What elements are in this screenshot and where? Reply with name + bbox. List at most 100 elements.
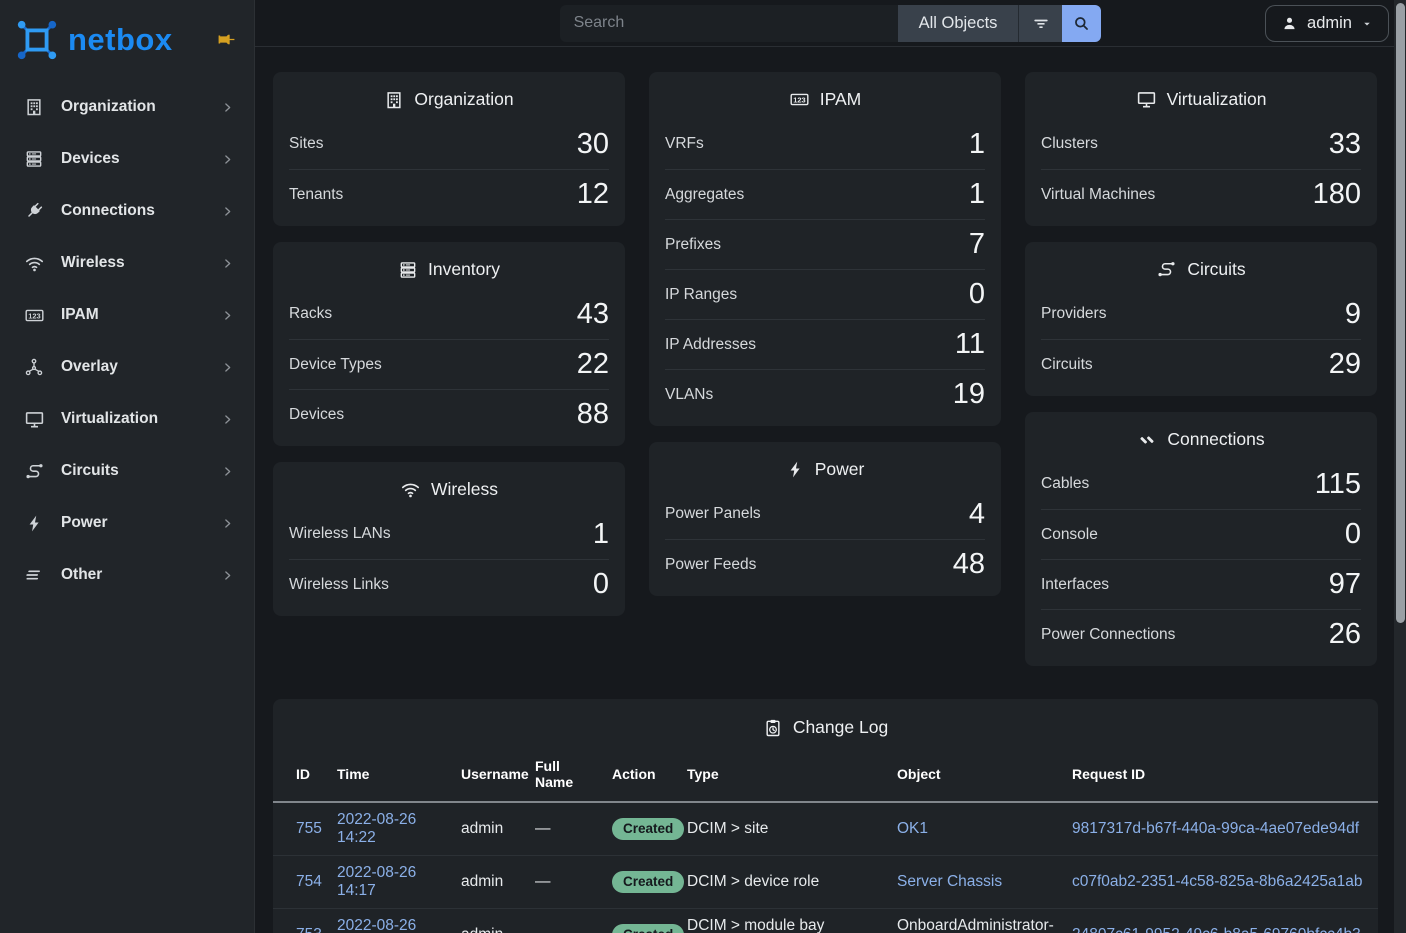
stat-row-racks[interactable]: Racks43: [289, 289, 609, 339]
stat-row-console[interactable]: Console0: [1041, 509, 1361, 559]
changelog-username: admin: [461, 820, 503, 837]
counter-icon: 123: [789, 89, 810, 110]
chevron-right-icon: [221, 205, 234, 218]
sidebar: netbox OrganizationDevicesConnections Wir…: [0, 0, 255, 933]
sidebar-item-overlay[interactable]: Overlay: [0, 341, 254, 393]
changelog-id-link[interactable]: 754: [296, 873, 322, 890]
column-header-username: Username: [453, 752, 527, 802]
user-icon: [1281, 15, 1298, 32]
dashboard-column: 123IPAMVRFs1Aggregates1Prefixes7IP Range…: [649, 72, 1001, 596]
stat-label: Wireless LANs: [289, 525, 391, 543]
changelog-full-name: —: [535, 873, 551, 890]
stat-row-device-types[interactable]: Device Types22: [289, 339, 609, 389]
changelog-time-link[interactable]: 2022-08-26 14:15: [337, 917, 416, 933]
search-submit-button[interactable]: [1062, 5, 1101, 42]
changelog-request-id-link[interactable]: 9817317d-b67f-440a-99ca-4ae07ede94df: [1072, 820, 1359, 837]
column-header-full-name: Full Name: [527, 752, 604, 802]
bolt-icon: [22, 514, 46, 533]
user-menu-button[interactable]: admin: [1265, 5, 1389, 42]
stat-row-ip-addresses[interactable]: IP Addresses11: [665, 319, 985, 369]
stat-row-prefixes[interactable]: Prefixes7: [665, 219, 985, 269]
search-scope-dropdown[interactable]: All Objects: [898, 5, 1019, 42]
sidebar-item-label: Other: [61, 566, 221, 584]
changelog-table: IDTimeUsernameFull NameActionTypeObjectR…: [273, 752, 1378, 933]
sidebar-item-virtualization[interactable]: Virtualization: [0, 393, 254, 445]
building-icon: [384, 90, 404, 110]
stat-row-sites[interactable]: Sites30: [289, 119, 609, 169]
changelog-object-link[interactable]: OK1: [897, 820, 928, 837]
sidebar-item-label: Circuits: [61, 462, 221, 480]
changelog-header-row: IDTimeUsernameFull NameActionTypeObjectR…: [273, 752, 1378, 802]
stat-row-clusters[interactable]: Clusters33: [1041, 119, 1361, 169]
stat-label: Racks: [289, 305, 332, 323]
changelog-id-link[interactable]: 755: [296, 820, 322, 837]
stat-row-cables[interactable]: Cables115: [1041, 459, 1361, 509]
scrollbar-thumb[interactable]: [1396, 3, 1405, 623]
stat-label: Prefixes: [665, 236, 721, 254]
changelog-request-id-link[interactable]: c07f0ab2-2351-4c58-825a-8b6a2425a1ab: [1072, 873, 1362, 890]
stat-row-devices[interactable]: Devices88: [289, 389, 609, 439]
pin-sidebar-icon[interactable]: [217, 30, 236, 49]
netbox-home-link[interactable]: netbox: [14, 17, 217, 63]
stat-row-wireless-lans[interactable]: Wireless LANs1: [289, 509, 609, 559]
changelog-object: OnboardAdministrator-2: [897, 917, 1054, 933]
filter-button[interactable]: [1018, 5, 1062, 42]
stat-label: Sites: [289, 135, 323, 153]
sidebar-item-label: Wireless: [61, 254, 221, 272]
search-input[interactable]: [560, 5, 898, 42]
changelog-request-id-link[interactable]: 24807c61-9952-49c6-b8a5-69760bfcc4b3: [1072, 926, 1361, 933]
stat-row-vrfs[interactable]: VRFs1: [665, 119, 985, 169]
main-area: All Objects: [255, 0, 1406, 933]
changelog-id-link[interactable]: 753: [296, 926, 322, 933]
card-organization: OrganizationSites30Tenants12: [273, 72, 625, 226]
search-group: All Objects: [560, 5, 1102, 42]
sidebar-item-ipam[interactable]: 123IPAM: [0, 289, 254, 341]
status-badge: Created: [612, 871, 684, 893]
stat-row-interfaces[interactable]: Interfaces97: [1041, 559, 1361, 609]
stat-row-power-feeds[interactable]: Power Feeds48: [665, 539, 985, 589]
stat-row-power-panels[interactable]: Power Panels4: [665, 489, 985, 539]
sidebar-item-devices[interactable]: Devices: [0, 133, 254, 185]
card-wireless: WirelessWireless LANs1Wireless Links0: [273, 462, 625, 616]
sidebar-item-other[interactable]: Other: [0, 549, 254, 601]
stat-label: Clusters: [1041, 135, 1098, 153]
building-icon: [22, 97, 46, 117]
card-title: Power: [649, 442, 1001, 489]
stat-row-power-connections[interactable]: Power Connections26: [1041, 609, 1361, 659]
stat-row-providers[interactable]: Providers9: [1041, 289, 1361, 339]
changelog-time-link[interactable]: 2022-08-26 14:22: [337, 811, 416, 846]
card-inventory: Inventory Racks43Device Types22Devices88: [273, 242, 625, 446]
stat-value: 4: [969, 498, 985, 531]
card-circuits: CircuitsProviders9Circuits29: [1025, 242, 1377, 396]
stat-row-aggregates[interactable]: Aggregates1: [665, 169, 985, 219]
changelog-time-link[interactable]: 2022-08-26 14:17: [337, 864, 416, 899]
monitor-icon: [1136, 89, 1157, 110]
stat-label: VLANs: [665, 386, 713, 404]
server-icon: [22, 149, 46, 169]
sidebar-item-circuits[interactable]: Circuits: [0, 445, 254, 497]
stat-row-wireless-links[interactable]: Wireless Links0: [289, 559, 609, 609]
card-title: Organization: [273, 72, 625, 119]
sidebar-item-organization[interactable]: Organization: [0, 81, 254, 133]
sidebar-item-wireless[interactable]: Wireless: [0, 237, 254, 289]
changelog-full-name: —: [535, 926, 551, 933]
table-row: 7542022-08-26 14:17admin—CreatedDCIM > d…: [273, 856, 1378, 909]
card-virtualization: VirtualizationClusters33Virtual Machines…: [1025, 72, 1377, 226]
stat-row-tenants[interactable]: Tenants12: [289, 169, 609, 219]
sidebar-item-power[interactable]: Power: [0, 497, 254, 549]
server-icon: [398, 260, 418, 280]
card-title-text: Power: [815, 459, 865, 480]
stat-row-vlans[interactable]: VLANs19: [665, 369, 985, 419]
lines-icon: [22, 565, 46, 585]
stat-row-virtual-machines[interactable]: Virtual Machines180: [1041, 169, 1361, 219]
column-header-request-id: Request ID: [1064, 752, 1378, 802]
card-title-text: Inventory: [428, 259, 500, 280]
card-title: Connections: [1025, 412, 1377, 459]
changelog-full-name: —: [535, 820, 551, 837]
stat-row-ip-ranges[interactable]: IP Ranges0: [665, 269, 985, 319]
stat-row-circuits[interactable]: Circuits29: [1041, 339, 1361, 389]
sidebar-item-connections[interactable]: Connections: [0, 185, 254, 237]
changelog-object-link[interactable]: Server Chassis: [897, 873, 1002, 890]
stat-value: 26: [1329, 618, 1361, 651]
changelog-type: DCIM > site: [687, 820, 768, 837]
